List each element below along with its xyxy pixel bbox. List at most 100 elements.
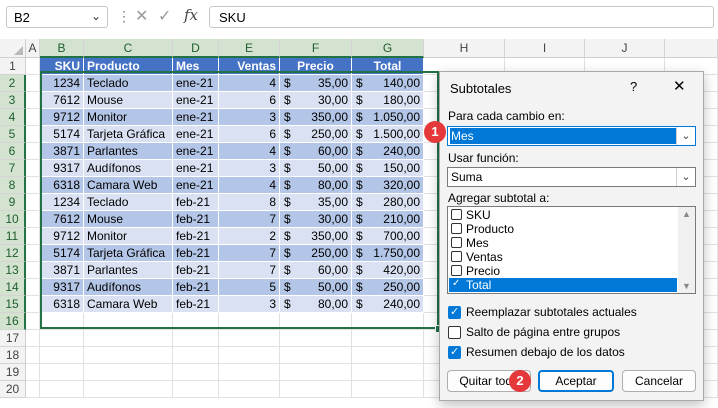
table-cell[interactable]: 3871 [40, 143, 84, 160]
table-cell[interactable]: 9712 [40, 228, 84, 245]
formula-input[interactable]: SKU [209, 6, 714, 28]
grid-cell[interactable] [26, 279, 40, 296]
field-checkbox[interactable] [451, 209, 462, 220]
grid-cell[interactable] [84, 347, 173, 364]
row-header-16[interactable]: 16 [0, 313, 26, 330]
table-header-cell[interactable]: Producto [84, 58, 173, 75]
list-item-precio[interactable]: Precio [449, 264, 677, 278]
help-icon[interactable]: ? [630, 79, 637, 94]
table-cell[interactable]: feb-21 [173, 211, 219, 228]
table-cell[interactable]: $30,00 [280, 211, 352, 228]
grid-cell[interactable] [352, 313, 424, 330]
grid-cell[interactable] [26, 347, 40, 364]
row-header-7[interactable]: 7 [0, 160, 26, 177]
table-cell[interactable]: 6318 [40, 177, 84, 194]
field-checkbox[interactable] [451, 265, 462, 276]
row-header-2[interactable]: 2 [0, 75, 26, 92]
grid-cell[interactable] [26, 58, 40, 75]
grid-cell[interactable] [84, 364, 173, 381]
grid-cell[interactable] [26, 330, 40, 347]
table-cell[interactable]: $60,00 [280, 143, 352, 160]
table-cell[interactable]: ene-21 [173, 109, 219, 126]
table-cell[interactable]: feb-21 [173, 296, 219, 313]
table-header-cell[interactable]: Ventas [219, 58, 280, 75]
grid-cell[interactable] [26, 245, 40, 262]
grid-cell[interactable] [40, 330, 84, 347]
row-header-19[interactable]: 19 [0, 364, 26, 381]
table-cell[interactable]: 3 [219, 160, 280, 177]
table-cell[interactable]: 7612 [40, 92, 84, 109]
list-item-total[interactable]: Total [449, 277, 677, 292]
list-scrollbar[interactable]: ▲ ▼ [678, 207, 695, 293]
accept-button[interactable]: Aceptar [538, 370, 614, 392]
table-cell[interactable]: Camara Web [84, 177, 173, 194]
subtotal-field-list[interactable]: SKUProductoMesVentasPrecioTotal ▲ ▼ [447, 206, 696, 294]
column-header-b[interactable]: B [40, 39, 84, 58]
grid-cell[interactable] [40, 381, 84, 398]
grid-cell[interactable] [26, 109, 40, 126]
table-cell[interactable]: Monitor [84, 109, 173, 126]
table-cell[interactable]: $1.500,00 [352, 126, 424, 143]
table-cell[interactable]: Audífonos [84, 279, 173, 296]
table-cell[interactable]: ene-21 [173, 92, 219, 109]
row-header-10[interactable]: 10 [0, 211, 26, 228]
grid-cell[interactable] [26, 296, 40, 313]
select-all-corner[interactable] [0, 39, 26, 58]
table-cell[interactable]: $350,00 [280, 109, 352, 126]
table-cell[interactable]: $420,00 [352, 262, 424, 279]
table-cell[interactable]: $80,00 [280, 177, 352, 194]
grid-cell[interactable] [219, 330, 280, 347]
row-header-1[interactable]: 1 [0, 58, 26, 75]
table-cell[interactable]: 3 [219, 109, 280, 126]
row-header-4[interactable]: 4 [0, 109, 26, 126]
table-cell[interactable]: 7612 [40, 211, 84, 228]
grid-cell[interactable] [173, 347, 219, 364]
row-header-11[interactable]: 11 [0, 228, 26, 245]
table-cell[interactable]: 5 [219, 279, 280, 296]
grid-cell[interactable] [26, 364, 40, 381]
table-cell[interactable]: 1234 [40, 194, 84, 211]
chevron-down-icon[interactable]: ⌄ [676, 127, 695, 145]
chevron-down-icon[interactable]: ⌄ [91, 9, 101, 23]
grid-cell[interactable] [219, 381, 280, 398]
grid-cell[interactable] [40, 347, 84, 364]
table-cell[interactable]: $80,00 [280, 296, 352, 313]
grid-cell[interactable] [84, 330, 173, 347]
list-item-producto[interactable]: Producto [449, 222, 677, 236]
field-checkbox[interactable] [451, 277, 462, 291]
table-cell[interactable]: 7 [219, 211, 280, 228]
grid-cell[interactable] [173, 364, 219, 381]
cancel-icon[interactable]: ✕ [135, 6, 148, 26]
table-cell[interactable]: 6 [219, 126, 280, 143]
column-header-e[interactable]: E [219, 39, 280, 58]
table-cell[interactable]: $240,00 [352, 296, 424, 313]
grid-cell[interactable] [173, 381, 219, 398]
pagebreak-checkbox[interactable] [448, 326, 461, 339]
grid-cell[interactable] [280, 313, 352, 330]
table-cell[interactable]: $50,00 [280, 279, 352, 296]
table-header-cell[interactable]: SKU [40, 58, 84, 75]
column-header-d[interactable]: D [173, 39, 219, 58]
enter-icon[interactable]: ✓ [158, 6, 171, 26]
table-cell[interactable]: 6318 [40, 296, 84, 313]
table-cell[interactable]: 9317 [40, 279, 84, 296]
column-header-i[interactable]: I [505, 39, 585, 58]
table-cell[interactable]: 8 [219, 194, 280, 211]
table-cell[interactable]: Audífonos [84, 160, 173, 177]
table-cell[interactable]: $180,00 [352, 92, 424, 109]
table-cell[interactable]: Tarjeta Gráfica [84, 245, 173, 262]
grid-cell[interactable] [26, 211, 40, 228]
grid-cell[interactable] [352, 347, 424, 364]
field-checkbox[interactable] [451, 237, 462, 248]
row-header-3[interactable]: 3 [0, 92, 26, 109]
table-cell[interactable]: $1.750,00 [352, 245, 424, 262]
table-cell[interactable]: $250,00 [280, 245, 352, 262]
row-header-15[interactable]: 15 [0, 296, 26, 313]
grid-cell[interactable] [26, 92, 40, 109]
table-cell[interactable]: 9317 [40, 160, 84, 177]
table-cell[interactable]: 3 [219, 296, 280, 313]
table-cell[interactable]: 1234 [40, 75, 84, 92]
table-cell[interactable]: $280,00 [352, 194, 424, 211]
table-cell[interactable]: feb-21 [173, 228, 219, 245]
table-cell[interactable]: ene-21 [173, 160, 219, 177]
